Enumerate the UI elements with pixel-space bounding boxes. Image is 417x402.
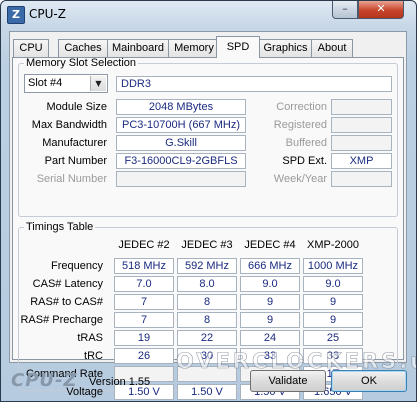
timings-row-label: Frequency — [51, 260, 103, 272]
tab-spd[interactable]: SPD — [216, 36, 260, 58]
tab-bar: CPU Caches Mainboard Memory SPD Graphics… — [10, 36, 406, 58]
timings-row-label: tRAS — [77, 332, 103, 344]
timings-cell: 9 — [303, 294, 363, 310]
timings-cell: 25 — [303, 330, 363, 346]
buffered-label: Buffered — [285, 137, 327, 149]
timings-cell: 24 — [240, 330, 300, 346]
timings-cell: 8 — [177, 312, 237, 328]
module-size-value: 2048 MBytes — [116, 99, 246, 115]
slot-select-value: Slot #4 — [28, 77, 63, 89]
timings-cell: 9 — [303, 312, 363, 328]
week-year-label: Week/Year — [273, 173, 327, 185]
memory-type-field: DDR3 — [116, 76, 392, 92]
timings-cell: 1000 MHz — [303, 258, 363, 274]
timings-cell: 26 — [114, 348, 174, 364]
overclockers-watermark: OVERCLOCKERS.ua — [176, 349, 416, 374]
timings-cell: 7 — [114, 312, 174, 328]
tab-about[interactable]: About — [311, 39, 353, 57]
spd-ext-label: SPD Ext. — [282, 155, 327, 167]
timings-cell: 666 MHz — [240, 258, 300, 274]
timings-cell: 8.0 — [177, 276, 237, 292]
timings-column-header: JEDEC #3 — [181, 239, 233, 251]
client-area: CPU Caches Mainboard Memory SPD Graphics… — [9, 31, 407, 400]
registered-value — [331, 117, 392, 133]
spd-ext-value: XMP — [331, 153, 392, 169]
timings-row-label: RAS# to CAS# — [30, 296, 103, 308]
timings-table-legend: Timings Table — [26, 221, 94, 233]
buffered-value — [331, 135, 392, 151]
minimize-button[interactable]: – — [332, 1, 358, 19]
timings-cell: 22 — [177, 330, 237, 346]
timings-row-label: CAS# Latency — [32, 278, 103, 290]
slot-select[interactable]: Slot #4 ▼ — [24, 74, 108, 93]
tab-cpu[interactable]: CPU — [13, 39, 49, 57]
tab-memory[interactable]: Memory — [168, 39, 220, 57]
week-year-value — [331, 171, 392, 187]
tab-caches[interactable]: Caches — [58, 39, 108, 57]
part-number-label: Part Number — [44, 155, 107, 167]
cpuz-brand-logo: CPU-Z — [11, 370, 78, 391]
spd-panel: Memory Slot Selection Slot #4 ▼ DDR3 Mod… — [12, 57, 404, 400]
timings-cell: 9.0 — [303, 276, 363, 292]
timings-cell: 19 — [114, 330, 174, 346]
serial-number-value — [116, 171, 246, 187]
max-bandwidth-label: Max Bandwidth — [31, 119, 107, 131]
timings-cell: 7 — [114, 294, 174, 310]
timings-cell: 9 — [240, 312, 300, 328]
cpuz-app-icon: Z — [7, 6, 25, 24]
close-button[interactable]: ✕ — [358, 1, 404, 19]
window-title: CPU-Z — [29, 7, 66, 21]
module-size-label: Module Size — [46, 101, 107, 113]
part-number-value: F3-16000CL9-2GBFLS — [116, 153, 246, 169]
registered-label: Registered — [273, 119, 327, 131]
manufacturer-value: G.Skill — [116, 135, 246, 151]
version-label: Version 1.55 — [89, 376, 151, 388]
timings-cell: 592 MHz — [177, 258, 237, 274]
timings-cell: 8 — [177, 294, 237, 310]
ok-button[interactable]: OK — [331, 370, 407, 392]
timings-row-label: tRC — [84, 350, 103, 362]
timings-cell: 7.0 — [114, 276, 174, 292]
memory-slot-legend: Memory Slot Selection — [26, 57, 137, 69]
timings-cell: 9 — [240, 294, 300, 310]
timings-column-header: JEDEC #2 — [118, 239, 170, 251]
timings-cell: 9.0 — [240, 276, 300, 292]
chevron-down-icon[interactable]: ▼ — [90, 76, 106, 91]
tab-mainboard[interactable]: Mainboard — [107, 39, 169, 57]
cpuz-window: Z CPU-Z – ✕ CPU Caches Mainboard Memory … — [0, 0, 417, 402]
memory-slot-group: Memory Slot Selection Slot #4 ▼ DDR3 Mod… — [18, 57, 398, 217]
max-bandwidth-value: PC3-10700H (667 MHz) — [116, 117, 246, 133]
validate-button[interactable]: Validate — [250, 370, 326, 392]
tab-graphics[interactable]: Graphics — [259, 39, 312, 57]
serial-number-label: Serial Number — [36, 173, 107, 185]
correction-label: Correction — [276, 101, 327, 113]
timings-column-header: XMP-2000 — [307, 239, 359, 251]
correction-value — [331, 99, 392, 115]
manufacturer-label: Manufacturer — [42, 137, 107, 149]
timings-column-header: JEDEC #4 — [244, 239, 296, 251]
title-bar[interactable]: Z CPU-Z – ✕ — [1, 1, 416, 29]
timings-row-label: RAS# Precharge — [20, 314, 103, 326]
timings-cell: 518 MHz — [114, 258, 174, 274]
